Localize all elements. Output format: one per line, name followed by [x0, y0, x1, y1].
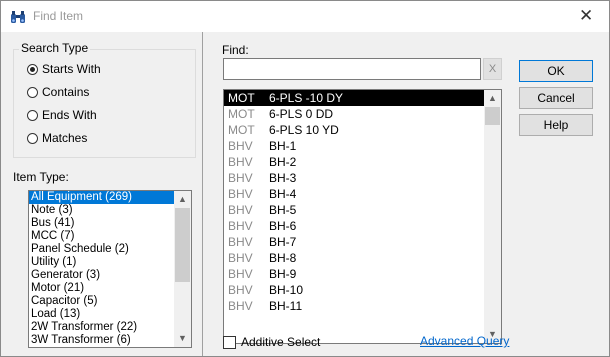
result-type: BHV	[228, 171, 253, 185]
left-pane: Search Type Starts With Contains Ends Wi…	[1, 32, 202, 356]
list-item[interactable]: Load (13)	[29, 308, 191, 321]
list-item[interactable]: Bus (41)	[29, 217, 191, 230]
result-name: BH-9	[269, 267, 297, 281]
table-row[interactable]: BHV BH-3	[224, 170, 501, 186]
result-type: BHV	[228, 267, 253, 281]
radio-button[interactable]	[27, 109, 38, 121]
find-item-dialog: Find Item ✕ Search Type Starts With Cont…	[0, 0, 610, 357]
result-name: BH-3	[269, 171, 297, 185]
table-row[interactable]: BHV BH-6	[224, 218, 501, 234]
result-name: BH-8	[269, 251, 297, 265]
list-item[interactable]: Capacitor (5)	[29, 295, 191, 308]
table-row[interactable]: BHV BH-9	[224, 266, 501, 282]
scroll-up-icon[interactable]: ▲	[174, 191, 191, 208]
result-type: BHV	[228, 283, 253, 297]
table-row[interactable]: MOT 6-PLS 0 DD	[224, 106, 501, 122]
find-input[interactable]	[223, 58, 481, 80]
result-type: BHV	[228, 203, 253, 217]
result-type: MOT	[228, 107, 255, 121]
title-bar: Find Item ✕	[1, 1, 609, 32]
result-type: BHV	[228, 235, 253, 249]
right-pane: Find: X MOT 6-PLS -10 DY MOT 6-PLS 0 DD …	[203, 32, 609, 356]
find-label: Find:	[222, 43, 249, 57]
result-type: BHV	[228, 139, 253, 153]
results-listbox[interactable]: MOT 6-PLS -10 DY MOT 6-PLS 0 DD MOT 6-PL…	[223, 89, 502, 344]
radio-ends-with[interactable]: Ends With	[27, 107, 97, 123]
list-item[interactable]: 3W Transformer (6)	[29, 334, 191, 347]
clear-find-button[interactable]: X	[483, 58, 502, 80]
cancel-button[interactable]: Cancel	[519, 87, 593, 109]
result-name: BH-11	[269, 299, 303, 313]
list-item[interactable]: Motor (21)	[29, 282, 191, 295]
result-type: MOT	[228, 123, 255, 137]
list-item[interactable]: All Equipment (269)	[29, 191, 191, 204]
table-row[interactable]: BHV BH-11	[224, 298, 501, 314]
list-item[interactable]: 2W Transformer (22)	[29, 321, 191, 334]
result-name: BH-1	[269, 139, 297, 153]
list-item[interactable]: Note (3)	[29, 204, 191, 217]
result-type: BHV	[228, 299, 253, 313]
radio-matches[interactable]: Matches	[27, 130, 87, 146]
table-row[interactable]: BHV BH-1	[224, 138, 501, 154]
result-type: BHV	[228, 251, 253, 265]
list-item[interactable]: Panel Schedule (2)	[29, 243, 191, 256]
table-row[interactable]: BHV BH-10	[224, 282, 501, 298]
radio-button[interactable]	[27, 86, 38, 98]
list-item[interactable]: MCC (7)	[29, 230, 191, 243]
radio-button-checked[interactable]	[27, 63, 38, 75]
item-type-scrollbar[interactable]: ▲ ▼	[174, 191, 191, 347]
result-type: BHV	[228, 219, 253, 233]
result-name: 6-PLS 10 YD	[269, 123, 339, 137]
results-scrollbar[interactable]: ▲ ▼	[484, 90, 501, 343]
list-item[interactable]: Generator (3)	[29, 269, 191, 282]
radio-starts-with[interactable]: Starts With	[27, 61, 101, 77]
table-row[interactable]: BHV BH-8	[224, 250, 501, 266]
result-name: BH-10	[269, 283, 304, 297]
close-button[interactable]: ✕	[563, 1, 609, 32]
additive-select-checkbox[interactable]	[223, 335, 236, 349]
binoculars-icon	[11, 11, 25, 23]
list-item[interactable]: Utility (1)	[29, 256, 191, 269]
result-name: BH-7	[269, 235, 297, 249]
item-type-listbox[interactable]: All Equipment (269) Note (3) Bus (41) MC…	[28, 190, 192, 348]
table-row[interactable]: BHV BH-4	[224, 186, 501, 202]
table-row[interactable]: BHV BH-7	[224, 234, 501, 250]
radio-button[interactable]	[27, 132, 38, 144]
scroll-thumb[interactable]	[485, 107, 500, 125]
additive-select-label: Additive Select	[241, 335, 321, 349]
window-title: Find Item	[33, 9, 84, 23]
ok-button[interactable]: OK	[519, 60, 593, 82]
result-name: BH-6	[269, 219, 297, 233]
table-row[interactable]: MOT 6-PLS -10 DY	[224, 90, 501, 106]
radio-label: Ends With	[42, 108, 97, 122]
advanced-query-link[interactable]: Advanced Query	[420, 334, 509, 348]
additive-select-option[interactable]: Additive Select	[223, 334, 320, 350]
result-name: 6-PLS -10 DY	[269, 91, 344, 105]
result-name: BH-2	[269, 155, 297, 169]
table-row[interactable]: BHV BH-5	[224, 202, 501, 218]
result-name: BH-4	[269, 187, 297, 201]
radio-label: Matches	[42, 131, 88, 145]
scroll-up-icon[interactable]: ▲	[484, 90, 501, 107]
search-type-legend: Search Type	[19, 41, 91, 55]
radio-label: Contains	[42, 85, 90, 99]
table-row[interactable]: MOT 6-PLS 10 YD	[224, 122, 501, 138]
result-name: 6-PLS 0 DD	[269, 107, 334, 121]
result-type: BHV	[228, 155, 253, 169]
radio-label: Starts With	[42, 62, 101, 76]
result-type: BHV	[228, 187, 253, 201]
item-type-label: Item Type:	[13, 170, 69, 184]
radio-contains[interactable]: Contains	[27, 84, 89, 100]
table-row[interactable]: BHV BH-2	[224, 154, 501, 170]
scroll-thumb[interactable]	[175, 208, 190, 282]
scroll-down-icon[interactable]: ▼	[174, 330, 191, 347]
close-icon: ✕	[579, 6, 594, 26]
result-type: MOT	[228, 91, 255, 105]
result-name: BH-5	[269, 203, 297, 217]
help-button[interactable]: Help	[519, 114, 593, 136]
